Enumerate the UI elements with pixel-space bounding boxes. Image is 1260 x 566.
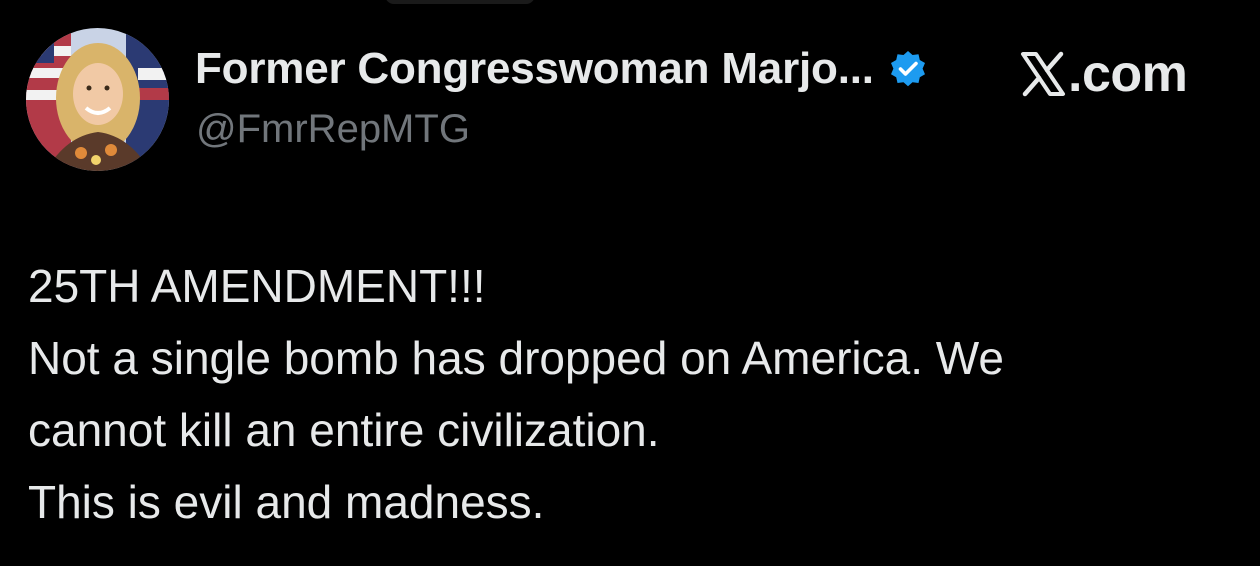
tweet-line: 25TH AMENDMENT!!! (28, 260, 486, 312)
author-name-row: Former Congresswoman Marjo... (195, 44, 928, 94)
tweet-text: 25TH AMENDMENT!!! Not a single bomb has … (28, 250, 1238, 538)
author-avatar[interactable] (26, 28, 169, 171)
brand-mark: .com (1020, 44, 1188, 104)
verified-badge-icon (888, 49, 928, 89)
tweet-line: This is evil and madness. (28, 476, 545, 528)
tweet-line: Not a single bomb has dropped on America… (28, 332, 1004, 384)
author-display-name[interactable]: Former Congresswoman Marjo... (195, 44, 874, 94)
avatar-photo-icon (26, 28, 169, 171)
author-handle[interactable]: @FmrRepMTG (196, 107, 470, 152)
top-edge-fragment (385, 0, 535, 4)
brand-domain-text: .com (1068, 45, 1188, 103)
tweet-line: cannot kill an entire civilization. (28, 404, 660, 456)
x-logo-icon (1020, 51, 1066, 97)
